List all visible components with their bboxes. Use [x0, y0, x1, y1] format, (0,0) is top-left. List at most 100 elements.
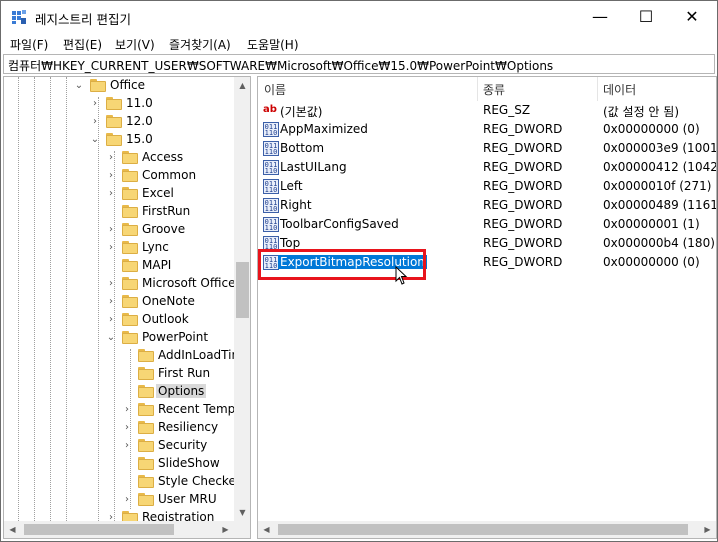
folder-icon — [122, 223, 138, 236]
key-tree-pane[interactable]: ⌄ Office › 11.0 › 12.0 ⌄ 15.0 › Access ›… — [3, 76, 251, 539]
column-header-type[interactable]: 종류 — [483, 81, 505, 98]
value-list-pane[interactable]: 이름 종류 데이터 ab (기본값) REG_SZ (값 설정 안 됨) 011… — [257, 76, 717, 539]
folder-icon — [122, 259, 138, 272]
value-data: 0x00000412 (1042) — [603, 160, 717, 174]
column-divider[interactable] — [477, 77, 478, 101]
tree-item-label: OneNote — [142, 294, 195, 308]
value-row[interactable]: 011 110 ToolbarConfigSaved REG_DWORD 0x00… — [258, 215, 716, 234]
binary-value-icon: 011 110 — [263, 122, 279, 137]
chevron-right-icon[interactable]: › — [122, 422, 132, 434]
tree-horizontal-scrollbar[interactable]: ◀ ▶ — [4, 521, 234, 538]
scroll-left-arrow-icon[interactable]: ◀ — [4, 521, 21, 538]
chevron-right-icon[interactable]: › — [106, 296, 116, 308]
value-row[interactable]: 011 110 Left REG_DWORD 0x0000010f (271) — [258, 177, 716, 196]
value-name: AppMaximized — [280, 122, 368, 136]
tree-item-label: Outlook — [142, 312, 189, 326]
menu-help[interactable]: 도움말(H) — [247, 36, 299, 53]
value-name: Left — [280, 179, 303, 193]
tree-item-label: Office — [110, 78, 146, 92]
chevron-right-icon[interactable]: › — [106, 224, 116, 236]
value-data: (값 설정 안 됨) — [603, 105, 680, 119]
column-header-data[interactable]: 데이터 — [603, 81, 636, 98]
address-path[interactable]: 컴퓨터₩HKEY_CURRENT_USER₩SOFTWARE₩Microsoft… — [8, 57, 553, 74]
menu-bar: 파일(F) 편집(E) 보기(V) 즐겨찾기(A) 도움말(H) — [1, 33, 717, 54]
value-type: REG_DWORD — [483, 141, 563, 155]
chevron-right-icon[interactable]: › — [106, 152, 116, 164]
tree-item-label: Resiliency — [158, 420, 219, 434]
open-folder-icon — [138, 385, 154, 398]
chevron-right-icon[interactable]: › — [122, 494, 132, 506]
close-button[interactable]: ✕ — [669, 1, 715, 33]
menu-view[interactable]: 보기(V) — [115, 36, 155, 53]
value-type: REG_DWORD — [483, 198, 563, 212]
tree-scroll-thumb[interactable] — [236, 262, 249, 318]
minimize-button[interactable]: — — [577, 1, 623, 33]
title-bar: 레지스트리 편집기 — ☐ ✕ — [1, 1, 717, 33]
chevron-right-icon[interactable]: › — [90, 98, 100, 110]
list-horizontal-scrollbar[interactable]: ◀ ▶ — [258, 521, 716, 538]
menu-file[interactable]: 파일(F) — [10, 36, 48, 53]
value-type: REG_DWORD — [483, 217, 563, 231]
chevron-right-icon[interactable]: › — [106, 188, 116, 200]
scroll-left-arrow-icon[interactable]: ◀ — [258, 521, 275, 538]
value-data: 0x000000b4 (180) — [603, 236, 715, 250]
tree-guide-line — [66, 77, 67, 521]
binary-value-icon: 011 110 — [263, 141, 279, 156]
chevron-right-icon[interactable]: › — [106, 278, 116, 290]
chevron-right-icon[interactable]: › — [106, 242, 116, 254]
folder-icon — [138, 421, 154, 434]
menu-favorites[interactable]: 즐겨찾기(A) — [169, 36, 231, 53]
scroll-up-arrow-icon[interactable]: ▲ — [234, 77, 250, 94]
tree-item-label: Recent Templa — [158, 402, 246, 416]
value-row[interactable]: 011 110 AppMaximized REG_DWORD 0x00000000… — [258, 120, 716, 139]
chevron-right-icon[interactable]: › — [90, 116, 100, 128]
window-title: 레지스트리 편집기 — [35, 12, 131, 27]
value-name: Bottom — [280, 141, 325, 155]
folder-icon — [106, 133, 122, 146]
chevron-right-icon[interactable]: › — [122, 404, 132, 416]
chevron-right-icon[interactable]: › — [106, 314, 116, 326]
tree-guide-line — [98, 97, 99, 521]
value-data: 0x00000000 (0) — [603, 122, 700, 136]
chevron-down-icon[interactable]: ⌄ — [74, 80, 84, 92]
folder-icon — [138, 349, 154, 362]
chevron-right-icon[interactable]: › — [122, 440, 132, 452]
value-data: 0x00000000 (0) — [603, 255, 700, 269]
folder-icon — [138, 367, 154, 380]
scroll-down-arrow-icon[interactable]: ▼ — [234, 504, 250, 521]
tree-vertical-scrollbar[interactable]: ▲ ▼ — [234, 77, 250, 521]
tree-hscroll-thumb[interactable] — [24, 524, 174, 535]
binary-value-icon: 011 110 — [263, 160, 279, 175]
folder-icon — [90, 79, 106, 92]
binary-value-icon: 011 110 — [263, 217, 279, 232]
value-row[interactable]: 011 110 Bottom REG_DWORD 0x000003e9 (1001… — [258, 139, 716, 158]
value-row[interactable]: 011 110 LastUILang REG_DWORD 0x00000412 (… — [258, 158, 716, 177]
value-name: LastUILang — [280, 160, 347, 174]
chevron-down-icon[interactable]: ⌄ — [90, 134, 100, 146]
chevron-right-icon[interactable]: › — [106, 170, 116, 182]
value-name: (기본값) — [280, 105, 323, 119]
column-header-name[interactable]: 이름 — [264, 81, 286, 98]
tree-item-label: Excel — [142, 186, 174, 200]
scrollbar-corner — [234, 521, 250, 538]
value-type: REG_DWORD — [483, 122, 563, 136]
value-row[interactable]: 011 110 Right REG_DWORD 0x00000489 (1161) — [258, 196, 716, 215]
value-type: REG_SZ — [483, 103, 531, 117]
menu-edit[interactable]: 편집(E) — [63, 36, 102, 53]
tree-item-label: 11.0 — [126, 96, 153, 110]
list-hscroll-thumb[interactable] — [278, 524, 688, 535]
maximize-button[interactable]: ☐ — [623, 1, 669, 33]
chevron-down-icon[interactable]: ⌄ — [106, 332, 116, 344]
registry-editor-icon — [12, 10, 26, 24]
scroll-right-arrow-icon[interactable]: ▶ — [217, 521, 234, 538]
folder-icon — [122, 187, 138, 200]
folder-icon — [138, 493, 154, 506]
value-row[interactable]: ab (기본값) REG_SZ (값 설정 안 됨) — [258, 101, 716, 120]
value-data: 0x00000489 (1161) — [603, 198, 717, 212]
address-bar[interactable]: 컴퓨터₩HKEY_CURRENT_USER₩SOFTWARE₩Microsoft… — [3, 54, 715, 74]
tree-item-label: FirstRun — [142, 204, 191, 218]
column-divider[interactable] — [597, 77, 598, 101]
list-header: 이름 종류 데이터 — [258, 77, 716, 101]
scroll-right-arrow-icon[interactable]: ▶ — [699, 521, 716, 538]
value-name: Top — [280, 236, 301, 250]
